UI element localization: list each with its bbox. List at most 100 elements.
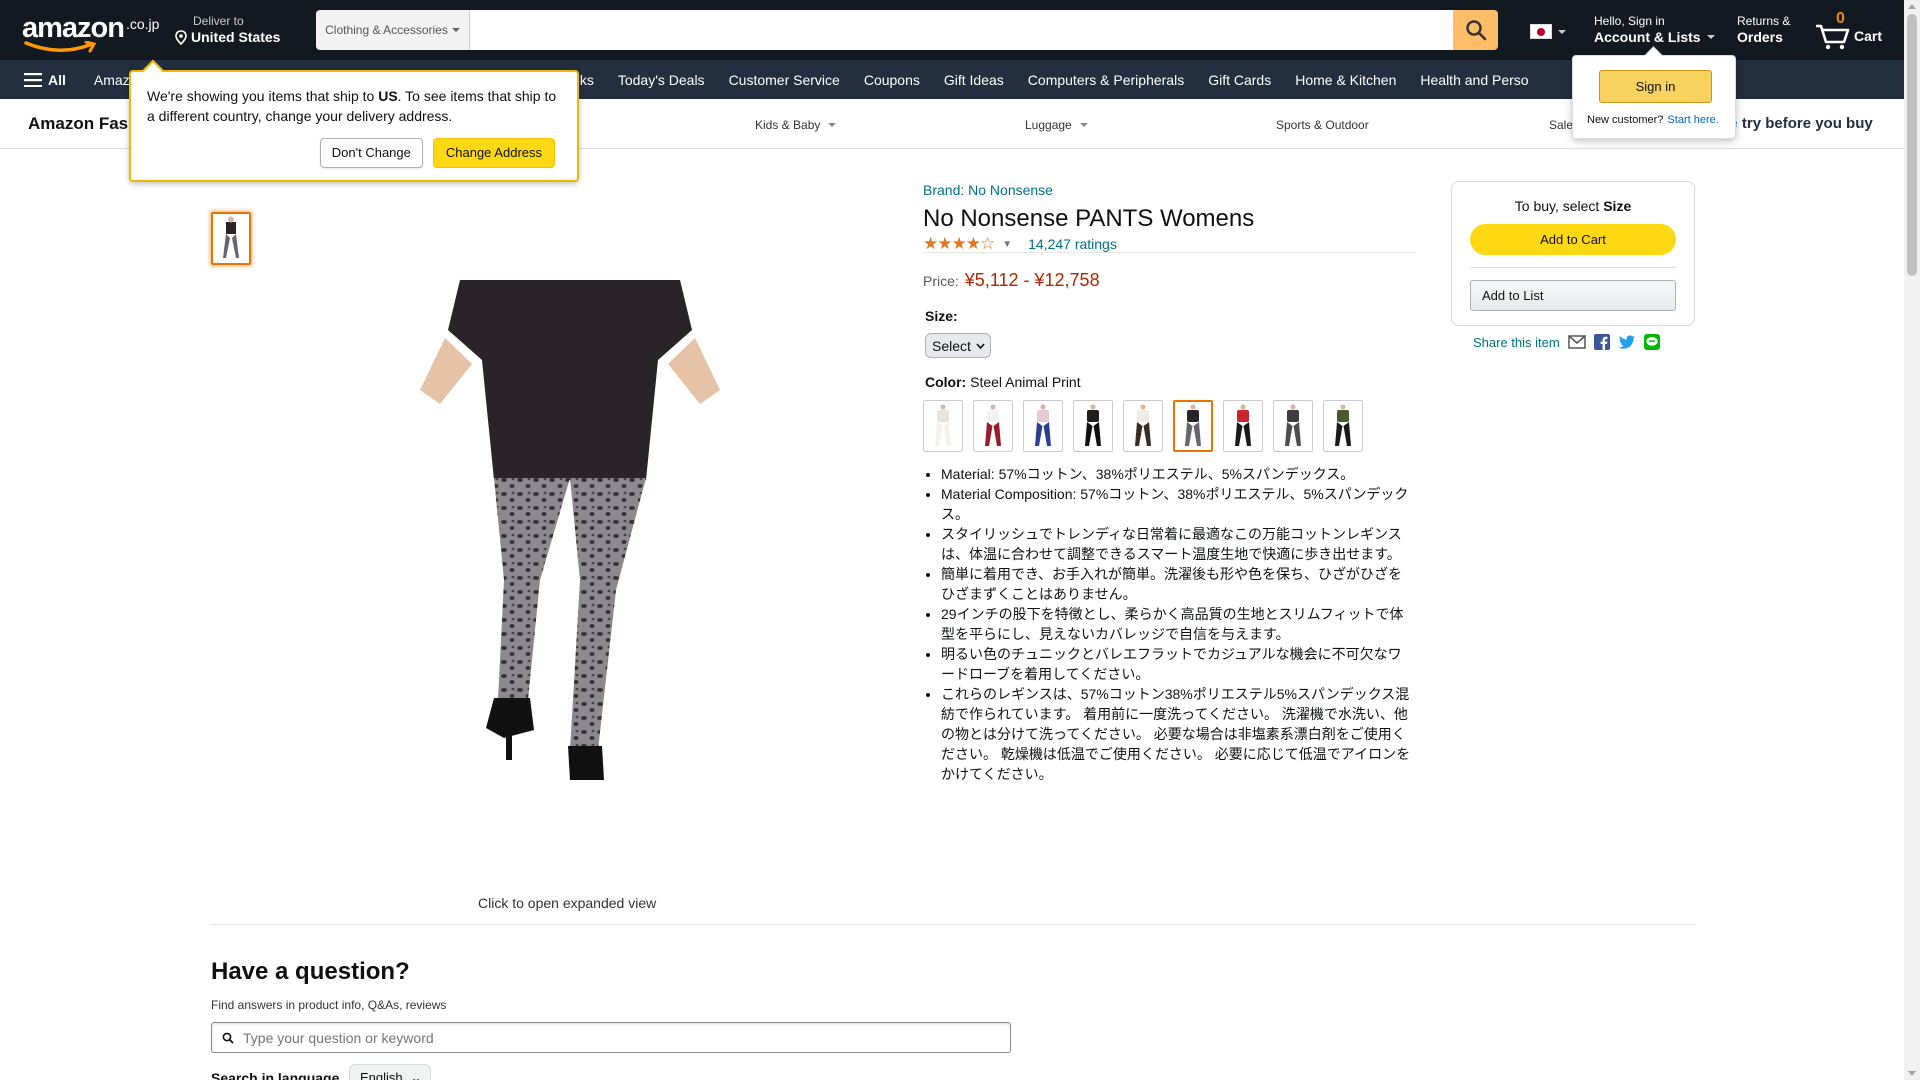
location-pin-icon (175, 29, 187, 45)
amazon-fashion-brand[interactable]: Amazon Fas (28, 114, 128, 134)
try-before-you-buy-promo[interactable]: me try before you buy (1716, 115, 1873, 132)
cart-count: 0 (1836, 10, 1845, 27)
amazon-logo[interactable]: amazon .co.jp (20, 12, 159, 53)
subnav-label: Kids & Baby (755, 118, 821, 132)
color-value: Steel Animal Print (970, 374, 1081, 390)
feature-bullet: 明るい色のチュニックとバレエフラットでカジュアルな機会に不可欠なワードローブを着… (941, 644, 1414, 684)
product-thumbnail-image (223, 216, 239, 258)
color-swatch[interactable] (973, 400, 1013, 452)
brand-link[interactable]: Brand: No Nonsense (923, 182, 1053, 198)
search-category-dropdown[interactable]: Clothing & Accessories (316, 10, 470, 50)
logo-wordmark: amazon (22, 12, 125, 44)
orders-label: Orders (1737, 29, 1783, 45)
nav-item-computers[interactable]: Computers & Peripherals (1016, 72, 1196, 88)
share-row: Share this item (1473, 334, 1660, 350)
product-title: No Nonsense PANTS Womens (923, 205, 1255, 232)
cart-label: Cart (1854, 28, 1883, 44)
add-to-cart-button[interactable]: Add to Cart (1470, 224, 1676, 255)
color-swatch[interactable] (923, 400, 963, 452)
color-swatch[interactable] (1223, 400, 1263, 452)
feature-bullet: 29インチの股下を特徴とし、柔らかく高品質の生地とスリムフィットで体型を平らにし… (941, 604, 1414, 644)
nav-item-todays-deals[interactable]: Today's Deals (606, 72, 717, 88)
scroll-up-arrow-icon[interactable] (1908, 4, 1916, 9)
color-swatches (923, 400, 1363, 452)
product-main-image[interactable] (420, 280, 720, 780)
deliver-to[interactable]: Deliver to United States (175, 14, 280, 46)
caret-down-icon (828, 123, 837, 127)
swatch-image (1035, 404, 1051, 446)
swatch-image (935, 404, 951, 446)
returns-orders[interactable]: Returns & Orders (1737, 14, 1790, 46)
color-swatch[interactable] (1023, 400, 1063, 452)
facebook-icon[interactable] (1593, 334, 1610, 350)
start-here-link[interactable]: Start here. (1667, 114, 1718, 126)
subnav-sale[interactable]: Sale (1549, 118, 1573, 132)
nav-item-gift-ideas[interactable]: Gift Ideas (932, 72, 1016, 88)
sign-in-button[interactable]: Sign in (1599, 70, 1712, 103)
color-swatch[interactable] (1173, 400, 1213, 452)
question-input[interactable] (243, 1029, 1010, 1046)
swatch-image (1235, 404, 1251, 446)
search-input[interactable] (470, 10, 1453, 50)
star-rating-icon[interactable]: ★★★★☆ (923, 234, 995, 254)
color-swatch[interactable] (1073, 400, 1113, 452)
scroll-down-arrow-icon[interactable] (1908, 1071, 1916, 1076)
chevron-down-icon: ⌄ (410, 1070, 422, 1080)
price-row: Price: ¥5,112 - ¥12,758 (923, 270, 1100, 291)
swatch-image (1135, 404, 1151, 446)
email-icon[interactable] (1567, 335, 1586, 349)
subnav-label: Sports & Outdoor (1276, 118, 1369, 132)
swatch-image (985, 404, 1001, 446)
line-icon[interactable] (1643, 334, 1660, 350)
search-button[interactable] (1453, 10, 1498, 50)
subnav-kids-baby[interactable]: Kids & Baby (755, 118, 837, 132)
dont-change-button[interactable]: Don't Change (319, 138, 423, 168)
language-flag-selector[interactable] (1530, 24, 1566, 39)
add-to-list-button[interactable]: Add to List (1470, 280, 1676, 311)
buybox-header: To buy, select Size (1452, 198, 1694, 214)
nav-item-customer-service[interactable]: Customer Service (717, 72, 852, 88)
feature-bullet: 簡単に着用でき、お手入れが簡単。洗濯後も形や色を保ち、ひざがひざをひざまずくこと… (941, 564, 1414, 604)
all-menu-label: All (48, 71, 66, 88)
color-swatch[interactable] (1323, 400, 1363, 452)
nav-item-health[interactable]: Health and Perso (1408, 72, 1540, 88)
buybox-header-text: To buy, select (1514, 198, 1604, 214)
change-address-button[interactable]: Change Address (432, 138, 555, 168)
promo-text: try before you buy (1737, 115, 1873, 132)
cart[interactable]: 0 Cart (1814, 10, 1882, 50)
divider (211, 924, 1695, 925)
all-menu-button[interactable]: All (24, 72, 66, 88)
search-icon (222, 1032, 234, 1044)
account-lists[interactable]: Hello, Sign in Account & Lists (1594, 14, 1715, 46)
divider (1470, 267, 1676, 268)
ratings-count-link[interactable]: 14,247 ratings (1028, 236, 1117, 252)
page-scrollbar[interactable] (1904, 0, 1920, 1080)
subnav-label: Luggage (1025, 118, 1072, 132)
scrollbar-thumb[interactable] (1907, 14, 1917, 276)
color-swatch[interactable] (1273, 400, 1313, 452)
new-customer-label: New customer? (1587, 114, 1664, 126)
language-dropdown[interactable]: English ⌄ (349, 1064, 431, 1080)
question-heading: Have a question? (211, 958, 410, 985)
image-thumbnail-selected[interactable] (211, 212, 251, 265)
subnav-luggage[interactable]: Luggage (1025, 118, 1088, 132)
share-label[interactable]: Share this item (1473, 335, 1560, 350)
account-greeting: Hello, Sign in (1594, 14, 1665, 28)
caret-down-icon (1079, 123, 1088, 127)
question-subtitle: Find answers in product info, Q&As, revi… (211, 998, 447, 1012)
twitter-icon[interactable] (1618, 334, 1636, 350)
nav-item-coupons[interactable]: Coupons (852, 72, 932, 88)
color-swatch[interactable] (1123, 400, 1163, 452)
price-label: Price: (923, 273, 959, 289)
feature-bullets: Material: 57%コットン、38%ポリエステル、5%スパンデックス。Ma… (924, 464, 1414, 784)
hamburger-icon (24, 72, 42, 87)
size-label: Size: (925, 308, 958, 324)
size-dropdown-value: Select (932, 337, 971, 354)
ship-to-popover: We're showing you items that ship to US.… (129, 70, 579, 182)
nav-item-gift-cards[interactable]: Gift Cards (1196, 72, 1283, 88)
caret-down-icon (1558, 29, 1566, 34)
subnav-sports-outdoor[interactable]: Sports & Outdoor (1276, 118, 1369, 132)
size-dropdown[interactable]: Select (925, 333, 991, 358)
chevron-down-icon[interactable]: ▼ (1002, 239, 1012, 250)
nav-item-home-kitchen[interactable]: Home & Kitchen (1283, 72, 1408, 88)
